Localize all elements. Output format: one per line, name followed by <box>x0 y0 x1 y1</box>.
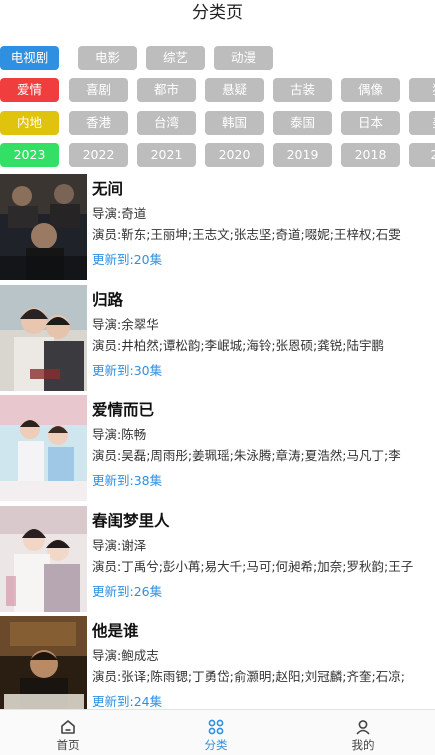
tab-profile-label: 我的 <box>351 738 375 752</box>
poster-art <box>0 174 87 280</box>
drama-title: 春闺梦里人 <box>92 511 170 530</box>
drama-actors: 演员:丁禹兮;彭小苒;易大千;马可;何昶希;加奈;罗秋韵;王子 <box>92 558 414 574</box>
chip-genre-3[interactable]: 悬疑 <box>205 78 264 102</box>
tab-home[interactable]: 首页 <box>8 710 128 755</box>
chip-genre-6[interactable]: 犯 <box>409 78 435 102</box>
drama-actors: 演员:张译;陈雨锶;丁勇岱;俞灏明;赵阳;刘冠麟;齐奎;石凉; <box>92 669 405 684</box>
chip-genre-2[interactable]: 都市 <box>137 78 196 102</box>
chip-type-2[interactable]: 综艺 <box>146 46 205 70</box>
drama-info: 无间 导演:奇道 演员:靳东;王丽坤;王志文;张志坚;奇道;啜妮;王梓权;石雯 … <box>92 174 435 270</box>
bottom-tab-bar: 首页 分类 我的 <box>0 709 435 755</box>
chip-year-4[interactable]: 2019 <box>273 143 332 167</box>
drama-title: 爱情而已 <box>92 401 155 419</box>
drama-director: 导演:陈畅 <box>92 427 147 442</box>
drama-actors: 演员:井柏然;谭松韵;李岷城;海铃;张恩硕;龚锐;陆宇鹏 <box>92 337 384 353</box>
home-icon <box>61 720 75 734</box>
drama-director: 导演:鲍成志 <box>92 648 159 663</box>
chip-type-1[interactable]: 电影 <box>78 46 137 70</box>
drama-update-status[interactable]: 更新到:38集 <box>92 470 435 491</box>
drama-director: 导演:余翠华 <box>92 316 159 332</box>
drama-info: 他是谁 导演:鲍成志 演员:张译;陈雨锶;丁勇岱;俞灏明;赵阳;刘冠麟;齐奎;石… <box>92 616 435 709</box>
tab-category[interactable]: 分类 <box>156 710 276 755</box>
poster-image[interactable] <box>0 616 87 709</box>
tab-profile[interactable]: 我的 <box>303 710 423 755</box>
drama-update-status[interactable]: 更新到:26集 <box>92 581 435 602</box>
chip-region-1[interactable]: 香港 <box>69 111 128 135</box>
chip-region-2[interactable]: 台湾 <box>137 111 196 135</box>
poster-image[interactable] <box>0 284 87 391</box>
chip-genre-0[interactable]: 爱情 <box>0 78 59 102</box>
tab-home-label: 首页 <box>56 738 80 752</box>
app-root: 分类页 电视剧 电影 综艺 动漫 爱情 喜剧 都市 悬疑 古装 偶像 犯 内地 … <box>0 0 435 755</box>
chip-genre-1[interactable]: 喜剧 <box>69 78 128 102</box>
drama-director: 导演:奇道 <box>92 206 147 221</box>
chip-year-6[interactable]: 20 <box>409 143 435 167</box>
chip-year-2[interactable]: 2021 <box>137 143 196 167</box>
poster-image[interactable] <box>0 505 87 612</box>
drama-actors: 演员:吴磊;周雨彤;姜珮瑶;朱泳腾;章涛;夏浩然;马凡丁;李 <box>92 448 401 463</box>
filter-panel: 电视剧 电影 综艺 动漫 爱情 喜剧 都市 悬疑 古装 偶像 犯 内地 香港 台… <box>0 30 435 174</box>
chip-region-5[interactable]: 日本 <box>341 111 400 135</box>
chip-year-1[interactable]: 2022 <box>69 143 128 167</box>
drama-item[interactable]: 无间 导演:奇道 演员:靳东;王丽坤;王志文;张志坚;奇道;啜妮;王梓权;石雯 … <box>0 174 435 285</box>
poster-image[interactable] <box>0 174 87 280</box>
poster-art <box>0 395 87 501</box>
chip-type-3[interactable]: 动漫 <box>214 46 273 70</box>
drama-actors: 演员:靳东;王丽坤;王志文;张志坚;奇道;啜妮;王梓权;石雯 <box>92 227 401 242</box>
drama-item[interactable]: 爱情而已 导演:陈畅 演员:吴磊;周雨彤;姜珮瑶;朱泳腾;章涛;夏浩然;马凡丁;… <box>0 395 435 506</box>
chip-region-6[interactable]: 美 <box>409 111 435 135</box>
drama-info: 归路 导演:余翠华 演员:井柏然;谭松韵;李岷城;海铃;张恩硕;龚锐;陆宇鹏 更… <box>92 285 435 381</box>
page-title: 分类页 <box>192 3 243 23</box>
poster-art <box>0 505 87 612</box>
drama-title: 归路 <box>92 290 124 309</box>
drama-update-status[interactable]: 更新到:20集 <box>92 249 435 270</box>
drama-director: 导演:谢泽 <box>92 537 147 553</box>
chip-year-5[interactable]: 2018 <box>341 143 400 167</box>
chip-year-3[interactable]: 2020 <box>205 143 264 167</box>
chip-region-3[interactable]: 韩国 <box>205 111 264 135</box>
drama-item[interactable]: 他是谁 导演:鲍成志 演员:张译;陈雨锶;丁勇岱;俞灏明;赵阳;刘冠麟;齐奎;石… <box>0 616 435 709</box>
drama-title: 他是谁 <box>92 622 139 640</box>
poster-image[interactable] <box>0 395 87 501</box>
tab-category-label: 分类 <box>204 738 228 752</box>
chip-region-4[interactable]: 泰国 <box>273 111 332 135</box>
drama-item[interactable]: 归路 导演:余翠华 演员:井柏然;谭松韵;李岷城;海铃;张恩硕;龚锐;陆宇鹏 更… <box>0 284 435 396</box>
user-icon <box>356 720 370 735</box>
chip-genre-4[interactable]: 古装 <box>273 78 332 102</box>
category-grid-icon <box>208 719 224 735</box>
poster-art <box>0 616 87 709</box>
drama-list: 无间 导演:奇道 演员:靳东;王丽坤;王志文;张志坚;奇道;啜妮;王梓权;石雯 … <box>0 174 435 709</box>
chip-type-0[interactable]: 电视剧 <box>0 46 59 70</box>
drama-update-status[interactable]: 更新到:30集 <box>92 360 435 381</box>
drama-info: 爱情而已 导演:陈畅 演员:吴磊;周雨彤;姜珮瑶;朱泳腾;章涛;夏浩然;马凡丁;… <box>92 395 435 491</box>
chip-region-0[interactable]: 内地 <box>0 111 59 135</box>
drama-title: 无间 <box>92 180 124 198</box>
chip-year-0[interactable]: 2023 <box>0 143 59 167</box>
drama-update-status[interactable]: 更新到:24集 <box>92 691 435 709</box>
poster-art <box>0 284 87 391</box>
drama-item[interactable]: 春闺梦里人 导演:谢泽 演员:丁禹兮;彭小苒;易大千;马可;何昶希;加奈;罗秋韵… <box>0 505 435 617</box>
drama-info: 春闺梦里人 导演:谢泽 演员:丁禹兮;彭小苒;易大千;马可;何昶希;加奈;罗秋韵… <box>92 506 435 602</box>
chip-genre-5[interactable]: 偶像 <box>341 78 400 102</box>
